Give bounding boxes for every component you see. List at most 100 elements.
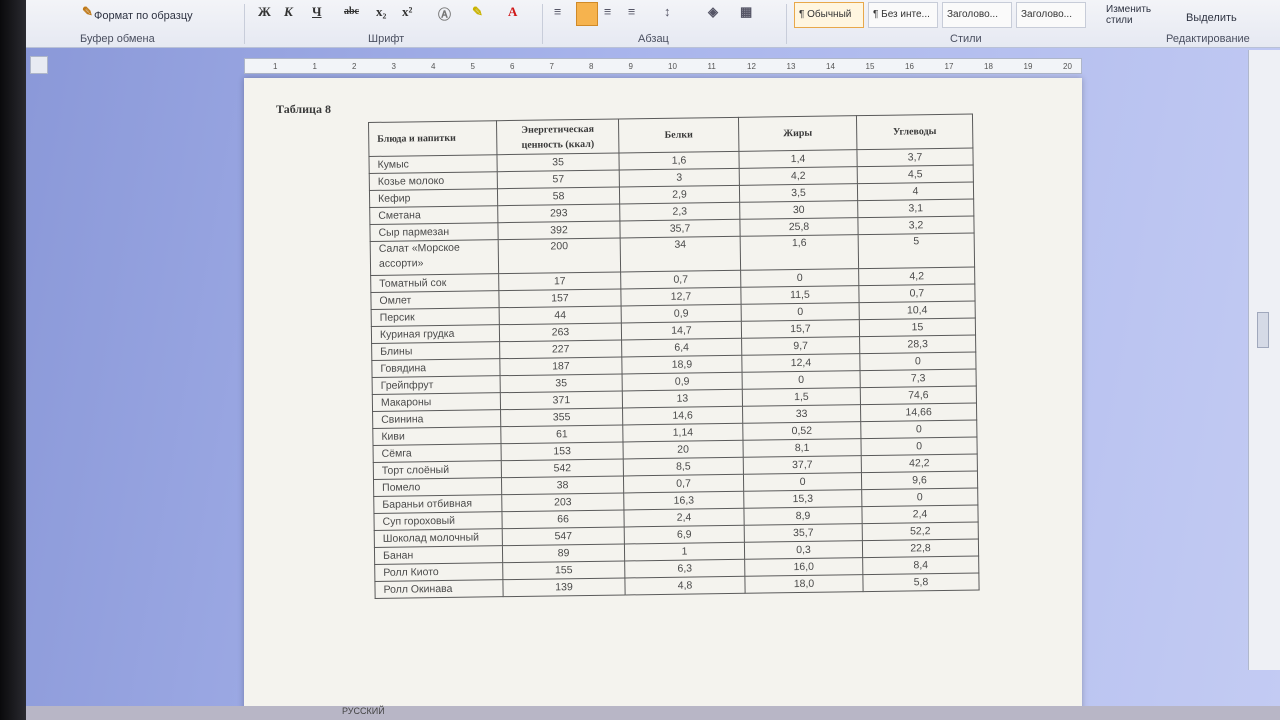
group-separator [244, 4, 245, 44]
cell-fats: 3,5 [739, 183, 858, 203]
cell-fats: 0,3 [744, 540, 863, 560]
cell-fats: 0 [743, 472, 862, 492]
brush-icon: ✎ [82, 4, 93, 19]
header-dish: Блюда и напитки [368, 120, 497, 157]
group-separator [786, 4, 787, 44]
cell-fats: 0 [740, 268, 859, 288]
bold-button[interactable]: Ж [258, 4, 271, 20]
group-separator [542, 4, 543, 44]
font-color-icon[interactable]: A [508, 4, 517, 20]
cell-carbs: 4,2 [858, 267, 975, 286]
cell-carbs: 14,66 [860, 403, 977, 422]
style-heading-2[interactable]: Заголово... [1016, 2, 1086, 28]
ruler-tick: 5 [470, 62, 475, 71]
cell-dish: Говядина [371, 358, 501, 378]
cell-proteins: 34 [620, 236, 741, 272]
cell-energy: 44 [499, 305, 622, 325]
underline-button[interactable]: Ч [312, 4, 322, 20]
word-window: Формат по образцу ✎ Буфер обмена Ж К Ч a… [26, 0, 1280, 710]
cell-dish: Куриная грудка [371, 324, 500, 344]
ruler-tick: 7 [549, 62, 554, 71]
change-styles-button[interactable]: Изменить стили [1106, 4, 1166, 26]
select-button[interactable]: Выделить [1186, 12, 1237, 24]
borders-icon[interactable]: ▦ [740, 4, 752, 20]
highlight-color-icon[interactable]: ✎ [472, 4, 483, 20]
cell-proteins: 8,5 [623, 457, 744, 476]
cell-proteins: 2,3 [619, 202, 740, 221]
subscript-button[interactable]: x₂ [376, 4, 386, 20]
cell-energy: 157 [498, 288, 622, 308]
horizontal-ruler[interactable]: 1 1 2 3 4 5 6 7 8 9 10 11 12 13 14 15 16 17 18 19 20 [244, 58, 1082, 74]
cell-dish: Томатный сок [370, 273, 499, 293]
language-indicator[interactable]: РУССКИЙ [342, 706, 385, 716]
header-carbs: Углеводы [856, 114, 973, 150]
cell-energy: 371 [500, 390, 623, 410]
ruler-tick: 9 [628, 62, 633, 71]
cell-proteins: 0,9 [621, 304, 742, 323]
style-heading-1[interactable]: Заголово... [942, 2, 1012, 28]
cell-fats: 11,5 [740, 285, 860, 305]
cell-carbs: 8,4 [862, 556, 979, 575]
ruler-tick: 4 [431, 62, 436, 71]
ruler-tick: 3 [391, 62, 396, 71]
cell-energy: 187 [499, 356, 623, 376]
superscript-button[interactable]: x² [402, 4, 412, 20]
cell-proteins: 16,3 [623, 491, 744, 510]
cell-energy: 547 [502, 526, 625, 546]
cell-carbs: 4,5 [857, 165, 974, 184]
editing-group-label: Редактирование [1166, 33, 1250, 45]
ruler-tick: 12 [747, 62, 756, 71]
cell-proteins: 13 [622, 389, 743, 408]
cell-fats: 0,52 [742, 421, 861, 441]
cell-energy: 203 [501, 492, 624, 512]
cell-energy: 35 [496, 152, 620, 172]
cell-carbs: 7,3 [860, 369, 977, 388]
style-no-spacing[interactable]: ¶ Без инте... [868, 2, 938, 28]
cell-proteins: 18,9 [621, 355, 743, 374]
ruler-tick: 13 [786, 62, 796, 71]
table-caption: Таблица 8 [276, 102, 331, 116]
line-spacing-icon[interactable]: ↕ [664, 4, 671, 20]
header-energy: Энергетическая ценность (ккал) [496, 119, 619, 155]
cell-fats: 1,6 [740, 234, 859, 271]
cell-fats: 1,5 [742, 387, 861, 407]
cell-fats: 15,7 [741, 319, 860, 339]
justify-icon[interactable]: ≡ [628, 4, 635, 20]
document-page[interactable]: Таблица 8 Блюда и напитки Энергетическая… [244, 78, 1082, 710]
cell-dish: Помело [373, 477, 502, 497]
cell-energy: 35 [500, 373, 623, 393]
cell-dish: Персик [371, 307, 500, 327]
align-left-icon[interactable]: ≡ [554, 4, 561, 20]
cell-proteins: 1 [624, 542, 745, 561]
vertical-scrollbar-thumb[interactable] [1257, 312, 1269, 348]
cell-carbs: 10,4 [859, 301, 976, 320]
cell-fats: 0 [742, 370, 861, 390]
ruler-tick: 10 [668, 62, 677, 71]
format-painter-button[interactable]: Формат по образцу [94, 10, 193, 22]
italic-button[interactable]: К [284, 4, 293, 20]
cell-proteins: 14,7 [621, 321, 742, 340]
cell-carbs: 3,7 [856, 148, 974, 167]
text-effects-icon[interactable]: Ⓐ [438, 4, 451, 23]
cell-fats: 33 [742, 404, 861, 424]
cell-carbs: 74,6 [860, 386, 977, 405]
cell-dish: Сыр пармезан [369, 222, 499, 242]
cell-carbs: 3,2 [857, 216, 975, 235]
cell-dish: Кефир [369, 188, 498, 208]
shading-icon[interactable]: ◈ [708, 4, 718, 20]
styles-group-label: Стили [950, 33, 982, 45]
style-normal[interactable]: ¶ Обычный [794, 2, 864, 28]
cell-proteins: 4,8 [624, 576, 746, 595]
ruler-tab-selector[interactable] [30, 56, 48, 74]
strikethrough-button[interactable]: abc [344, 6, 359, 17]
ribbon: Формат по образцу ✎ Буфер обмена Ж К Ч a… [26, 0, 1280, 48]
align-right-icon[interactable]: ≡ [604, 4, 611, 20]
cell-dish: Салат «Морское ассорти» [370, 239, 499, 276]
cell-dish: Киви [372, 426, 502, 446]
cell-energy: 392 [497, 220, 621, 240]
side-panel [1248, 50, 1280, 670]
cell-dish: Сёмга [373, 443, 502, 463]
cell-proteins: 35,7 [619, 219, 741, 238]
align-center-button[interactable] [576, 2, 598, 26]
clipboard-group-label: Буфер обмена [80, 33, 155, 45]
